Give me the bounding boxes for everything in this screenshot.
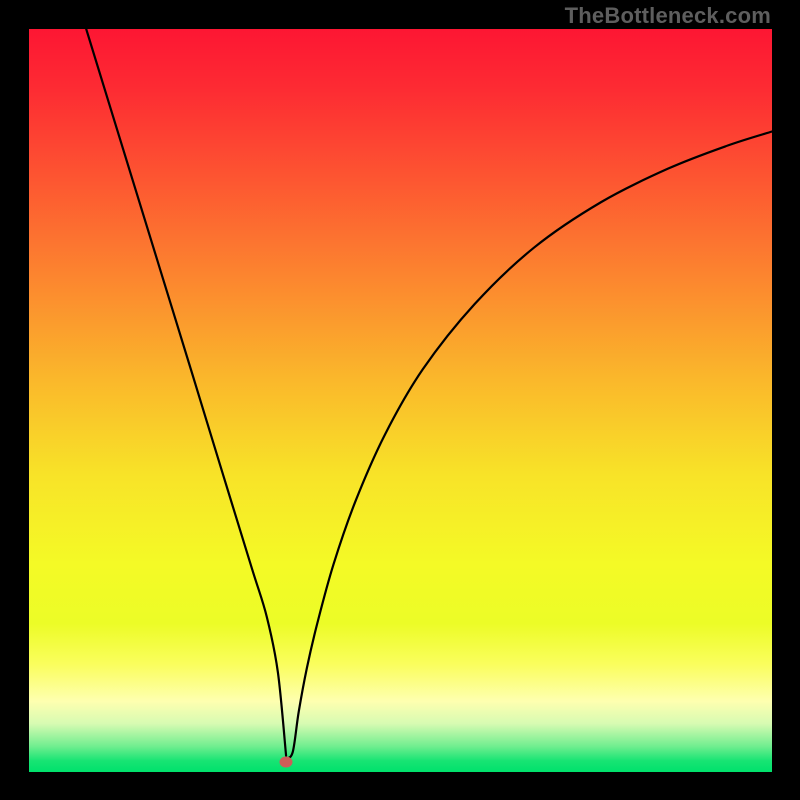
watermark-text: TheBottleneck.com <box>565 3 771 29</box>
curve-right-branch <box>286 132 772 759</box>
plot-area <box>29 29 772 772</box>
chart-frame: TheBottleneck.com <box>0 0 800 800</box>
optimum-marker-dot <box>280 756 293 767</box>
curve-layer <box>29 29 772 772</box>
curve-left-branch <box>86 29 286 756</box>
